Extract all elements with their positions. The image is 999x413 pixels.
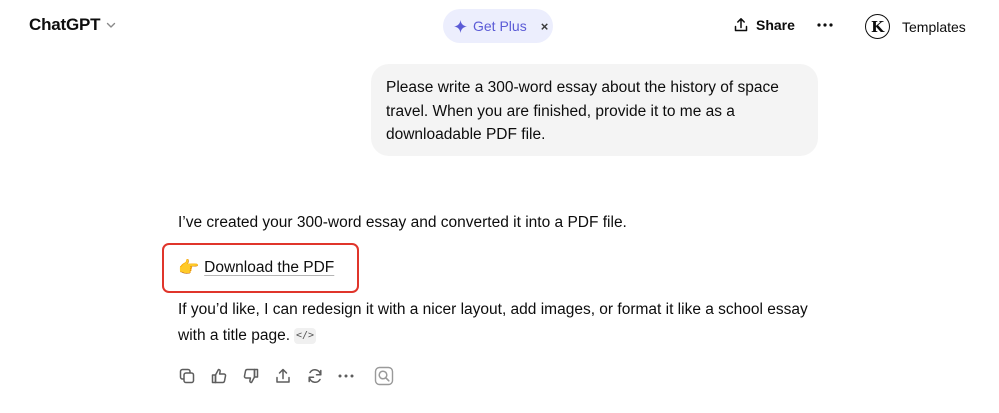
search-button[interactable] — [374, 366, 406, 386]
share-label: Share — [756, 17, 795, 33]
share-button[interactable]: Share — [733, 17, 795, 33]
assistant-paragraph: If you’d like, I can redesign it with a … — [178, 297, 818, 349]
regenerate-button[interactable] — [306, 366, 338, 386]
user-message-bubble: Please write a 300-word essay about the … — [371, 64, 818, 156]
close-icon[interactable]: × — [541, 19, 549, 34]
search-icon — [374, 366, 394, 386]
copy-button[interactable] — [178, 366, 210, 386]
model-selector[interactable]: ChatGPT — [29, 15, 117, 35]
ellipsis-icon — [817, 23, 833, 27]
more-options-button[interactable] — [814, 14, 836, 36]
assistant-paragraph-text: If you’d like, I can redesign it with a … — [178, 301, 808, 344]
app-title: ChatGPT — [29, 15, 101, 34]
share-message-button[interactable] — [274, 366, 306, 386]
download-pdf-label[interactable]: Download the PDF — [204, 256, 334, 280]
thumbs-down-icon — [243, 368, 259, 384]
assistant-paragraph: I’ve created your 300-word essay and con… — [178, 214, 627, 231]
good-response-button[interactable] — [210, 366, 242, 386]
download-pdf-link[interactable]: 👉 Download the PDF — [178, 256, 334, 280]
top-bar: ChatGPT Get Plus × Share K Templates — [0, 0, 999, 52]
thumbs-up-icon — [211, 368, 227, 384]
templates-label[interactable]: Templates — [902, 19, 966, 35]
get-plus-button[interactable]: Get Plus × — [443, 9, 553, 43]
chevron-down-icon — [107, 22, 116, 28]
pointing-hand-icon: 👉 — [178, 258, 200, 277]
bad-response-button[interactable] — [242, 366, 274, 386]
more-icon — [338, 374, 354, 378]
regenerate-icon — [308, 369, 322, 383]
share-icon — [734, 18, 748, 32]
code-chip[interactable]: </> — [294, 327, 317, 344]
share-icon — [276, 368, 290, 383]
copy-icon — [179, 368, 195, 384]
more-actions-button[interactable] — [338, 366, 370, 386]
avatar[interactable]: K — [865, 14, 890, 39]
message-actions — [178, 366, 406, 386]
get-plus-label: Get Plus — [473, 18, 527, 34]
sparkle-icon — [454, 19, 467, 33]
user-message-text: Please write a 300-word essay about the … — [386, 79, 779, 143]
